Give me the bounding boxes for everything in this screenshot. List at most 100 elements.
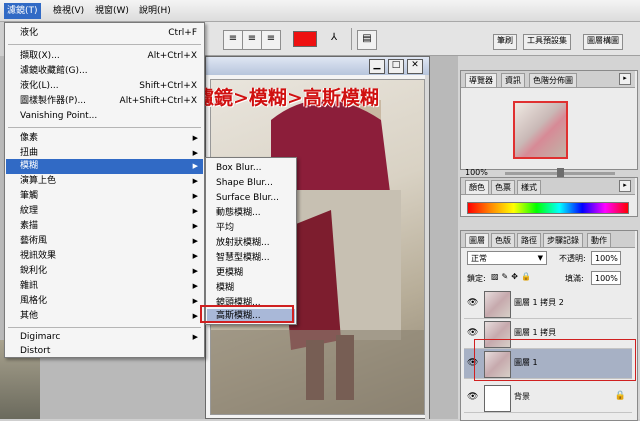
submenu-item-blur[interactable]: 模糊 [207, 281, 295, 295]
menu-item-shortcut: Shift+Ctrl+X [139, 81, 197, 91]
panel-menu-icon[interactable]: ▸ [619, 73, 631, 85]
tab-navigator[interactable]: 導覽器 [465, 73, 497, 87]
submenu-item-shape-blur[interactable]: Shape Blur... [207, 176, 295, 190]
tab-histogram[interactable]: 色階分佈圖 [529, 73, 577, 87]
annotation-title: 濾鏡>模糊>高斯模糊 [195, 87, 379, 109]
menu-item-label: Digimarc [20, 332, 61, 342]
menu-item-stylize[interactable]: 風格化 ▶ [6, 294, 203, 309]
eye-icon[interactable]: 👁 [467, 392, 480, 403]
menu-item-label: 銳利化 [20, 266, 48, 276]
options-bar: ≡ ≡ ≡ ⅄ ▤ 筆刷 工具預設集 圖層構圖 [205, 22, 640, 56]
navigator-panel: 導覽器 資訊 色階分佈圖 ▸ 100% [460, 70, 638, 177]
navigator-thumbnail[interactable] [513, 101, 568, 159]
document-titlebar[interactable]: ▁ □ ✕ [206, 57, 429, 75]
zoom-slider-handle[interactable] [557, 168, 564, 177]
menu-item-label: Vanishing Point... [20, 111, 98, 121]
align-center-icon[interactable]: ≡ [242, 30, 262, 50]
menu-item-artistic[interactable]: 藝術風 ▶ [6, 234, 203, 249]
menu-item-sketch[interactable]: 素描 ▶ [6, 219, 203, 234]
toolbar-divider [351, 28, 352, 50]
menu-window[interactable]: 視窗(W) [92, 3, 132, 19]
submenu-item-average[interactable]: 平均 [207, 221, 295, 235]
tab-paths[interactable]: 路徑 [517, 233, 541, 247]
tab-styles[interactable]: 樣式 [517, 180, 541, 194]
menu-view[interactable]: 檢視(V) [50, 3, 87, 19]
align-right-icon[interactable]: ≡ [261, 30, 281, 50]
menu-item-label: 圖樣製作器(P)... [20, 96, 87, 106]
tab-tool-presets[interactable]: 工具預設集 [523, 34, 571, 50]
text-color-swatch[interactable] [293, 31, 317, 47]
menu-item-label: 扭曲 [20, 148, 39, 158]
submenu-arrow-icon: ▶ [192, 207, 198, 215]
tab-color[interactable]: 顏色 [465, 180, 489, 194]
menu-item-other[interactable]: 其他 ▶ [6, 309, 203, 324]
submenu-item-box-blur[interactable]: Box Blur... [207, 161, 295, 175]
color-spectrum-bar[interactable] [467, 202, 629, 214]
menu-item-vanishing-point[interactable]: Vanishing Point... [6, 109, 203, 124]
menu-item-label: 藝術風 [20, 236, 48, 246]
menu-item-texture[interactable]: 紋理 ▶ [6, 204, 203, 219]
menu-item-pixelate[interactable]: 像素 ▶ [6, 131, 203, 146]
tab-layers[interactable]: 圖層 [465, 233, 489, 247]
menu-item-video[interactable]: 視訊效果 ▶ [6, 249, 203, 264]
zoom-level[interactable]: 100% [465, 168, 488, 177]
menu-item-filter-gallery[interactable]: 濾鏡收藏館(G)... [6, 64, 203, 79]
close-icon[interactable]: ✕ [407, 59, 423, 74]
eye-icon[interactable]: 👁 [467, 298, 480, 309]
layer-thumbnail [484, 385, 511, 412]
navigator-tabs: 導覽器 資訊 色階分佈圖 ▸ [461, 71, 635, 88]
menu-separator [8, 327, 201, 328]
menu-item-digimarc[interactable]: Digimarc ▶ [6, 330, 203, 345]
chevron-down-icon: ▼ [537, 254, 543, 262]
menu-item-label: 視訊效果 [20, 251, 57, 261]
menu-item-last-filter[interactable]: 液化 Ctrl+F [6, 26, 203, 41]
tab-brushes[interactable]: 筆刷 [493, 34, 517, 50]
filter-dropdown-menu: 液化 Ctrl+F 擷取(X)... Alt+Ctrl+X 濾鏡收藏館(G)... … [4, 22, 205, 358]
menu-filter[interactable]: 濾鏡(T) [4, 3, 41, 19]
lock-options-icon[interactable]: ▨✎✥🔒 [491, 272, 534, 281]
tab-swatches[interactable]: 色票 [491, 180, 515, 194]
menu-item-liquify[interactable]: 液化(L)... Shift+Ctrl+X [6, 79, 203, 94]
submenu-item-motion-blur[interactable]: 動態模糊... [207, 206, 295, 220]
panel-menu-icon[interactable]: ▸ [619, 180, 631, 192]
maximize-icon[interactable]: □ [388, 59, 404, 74]
menu-help[interactable]: 說明(H) [136, 3, 174, 19]
menu-item-render[interactable]: 演算上色 ▶ [6, 174, 203, 189]
lock-label: 鎖定: [467, 274, 486, 283]
menu-item-label: 其他 [20, 311, 39, 321]
submenu-item-smart-blur[interactable]: 智慧型模糊... [207, 251, 295, 265]
submenu-item-radial-blur[interactable]: 放射狀模糊... [207, 236, 295, 250]
palette-toggle-icon[interactable]: ▤ [357, 30, 377, 50]
layer-row[interactable]: 👁 背景 🔒 [464, 383, 632, 413]
layer-row[interactable]: 👁 圖層 1 拷貝 2 [464, 289, 632, 319]
warp-text-icon[interactable]: ⅄ [325, 30, 343, 48]
minimize-icon[interactable]: ▁ [369, 59, 385, 74]
submenu-arrow-icon: ▶ [192, 222, 198, 230]
align-left-icon[interactable]: ≡ [223, 30, 243, 50]
submenu-arrow-icon: ▶ [192, 312, 198, 320]
submenu-arrow-icon: ▶ [192, 333, 198, 341]
blur-submenu: Box Blur... Shape Blur... Surface Blur..… [205, 157, 297, 325]
tab-info[interactable]: 資訊 [501, 73, 525, 87]
menu-item-noise[interactable]: 雜訊 ▶ [6, 279, 203, 294]
menu-item-blur[interactable]: 模糊 ▶ [6, 159, 203, 174]
eye-icon[interactable]: 👁 [467, 328, 480, 339]
opacity-field[interactable]: 100% [591, 251, 621, 265]
submenu-arrow-icon: ▶ [192, 177, 198, 185]
menu-item-shortcut: Ctrl+F [168, 28, 197, 38]
fill-field[interactable]: 100% [591, 271, 621, 285]
menu-item-brush-strokes[interactable]: 筆觸 ▶ [6, 189, 203, 204]
submenu-item-blur-more[interactable]: 更模糊 [207, 266, 295, 280]
document-scrollbar[interactable] [425, 75, 429, 420]
tab-history[interactable]: 步驟記錄 [543, 233, 583, 247]
menu-item-distort-plugin[interactable]: Distort [6, 345, 203, 358]
menu-item-sharpen[interactable]: 銳利化 ▶ [6, 264, 203, 279]
tab-channels[interactable]: 色版 [491, 233, 515, 247]
blend-mode-select[interactable]: 正常 ▼ [467, 251, 547, 265]
menu-item-pattern-maker[interactable]: 圖樣製作器(P)... Alt+Shift+Ctrl+X [6, 94, 203, 109]
submenu-item-surface-blur[interactable]: Surface Blur... [207, 191, 295, 205]
color-panel: 顏色 色票 樣式 ▸ [460, 177, 638, 217]
tab-layer-comps[interactable]: 圖層構圖 [583, 34, 623, 50]
menu-item-extract[interactable]: 擷取(X)... Alt+Ctrl+X [6, 49, 203, 64]
tab-actions[interactable]: 動作 [587, 233, 611, 247]
